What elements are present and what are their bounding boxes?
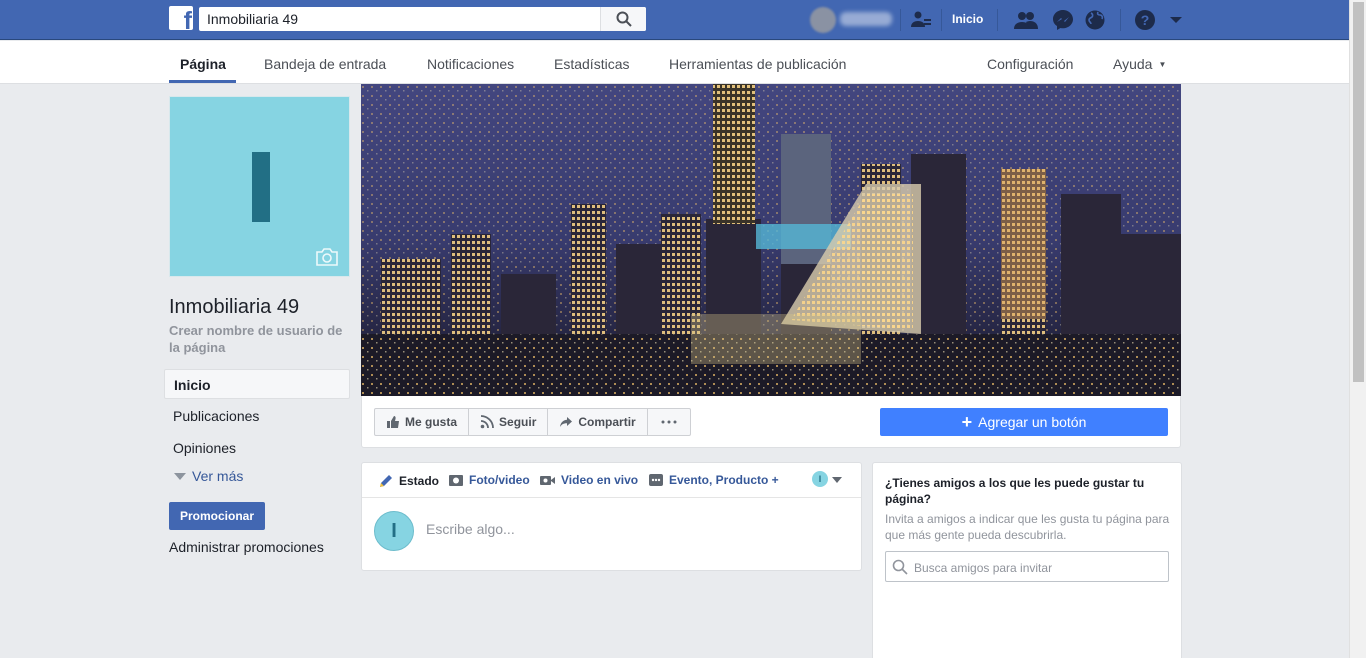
invite-search-placeholder: Busca amigos para invitar xyxy=(914,561,1053,575)
follow-label: Seguir xyxy=(499,415,537,429)
page-navigation: Página Bandeja de entrada Notificaciones… xyxy=(0,41,1349,84)
share-label: Compartir xyxy=(578,415,636,429)
tab-page[interactable]: Página xyxy=(180,56,226,72)
page-action-buttons: Me gusta Seguir Compartir xyxy=(374,408,691,436)
sidebar-item-reviews[interactable]: Opiniones xyxy=(164,433,350,463)
invite-title: ¿Tienes amigos a los que les puede gusta… xyxy=(885,476,1145,506)
divider xyxy=(997,9,998,31)
share-button[interactable]: Compartir xyxy=(548,409,648,435)
manage-promotions-link[interactable]: Administrar promociones xyxy=(169,539,324,555)
thumbs-up-icon xyxy=(387,416,399,428)
tab-inbox[interactable]: Bandeja de entrada xyxy=(264,56,386,72)
friend-requests-icon[interactable] xyxy=(1014,8,1038,32)
tab-live-video[interactable]: Video en vivo xyxy=(539,473,638,487)
help-label: Ayuda xyxy=(1113,56,1153,72)
top-navigation-bar: f Inicio ? xyxy=(0,0,1349,40)
invite-description: Invita a amigos a indicar que les gusta … xyxy=(885,512,1170,542)
profile-name-link[interactable] xyxy=(840,12,892,26)
facebook-logo-icon[interactable]: f xyxy=(169,6,193,30)
active-tab-indicator xyxy=(169,80,236,83)
see-more-label: Ver más xyxy=(192,468,244,484)
photo-icon xyxy=(449,475,463,486)
share-arrow-icon xyxy=(560,417,573,427)
search-icon xyxy=(892,559,908,575)
divider xyxy=(1120,9,1121,31)
avatar-letter-mark xyxy=(252,152,270,222)
tab-status-label: Estado xyxy=(399,474,440,488)
page-title: Inmobiliaria 49 xyxy=(169,296,300,318)
tab-publishing-tools[interactable]: Herramientas de publicación xyxy=(669,56,846,72)
promote-button[interactable]: Promocionar xyxy=(169,502,265,530)
tab-status[interactable]: Estado xyxy=(378,473,439,489)
like-button[interactable]: Me gusta xyxy=(375,409,470,435)
tab-photo-video[interactable]: Foto/video xyxy=(448,473,530,487)
svg-text:?: ? xyxy=(1141,12,1150,28)
composer-input[interactable]: Escribe algo... xyxy=(426,521,515,537)
add-button-cta[interactable]: + Agregar un botón xyxy=(880,408,1168,436)
city-skyline-image xyxy=(361,84,1181,396)
sidebar-item-posts[interactable]: Publicaciones xyxy=(164,401,350,431)
tab-event-product-label: Evento, Producto + xyxy=(669,473,779,487)
follow-button[interactable]: Seguir xyxy=(469,409,549,435)
page-scrollbar[interactable] xyxy=(1349,0,1366,658)
camera-icon[interactable] xyxy=(315,248,339,266)
tab-settings[interactable]: Configuración xyxy=(987,56,1073,72)
search-input[interactable] xyxy=(199,7,589,31)
avatar[interactable] xyxy=(810,7,836,33)
home-link[interactable]: Inicio xyxy=(952,12,983,26)
post-composer: Estado Foto/video Video en vivo Evento, … xyxy=(361,462,862,571)
plus-icon: + xyxy=(961,412,973,432)
more-options-button[interactable] xyxy=(648,409,690,435)
tab-live-video-label: Video en vivo xyxy=(561,473,639,487)
globe-notifications-icon[interactable] xyxy=(1083,8,1107,32)
chevron-down-icon: ▼ xyxy=(1158,60,1167,69)
scrollbar-thumb[interactable] xyxy=(1353,2,1364,382)
like-label: Me gusta xyxy=(405,415,458,429)
invite-friends-card: ¿Tienes amigos a los que les puede gusta… xyxy=(872,462,1182,658)
tab-notifications[interactable]: Notificaciones xyxy=(427,56,514,72)
tab-help[interactable]: Ayuda ▼ xyxy=(1113,56,1166,72)
messenger-icon[interactable] xyxy=(1051,8,1075,32)
triangle-down-icon xyxy=(174,473,186,480)
divider xyxy=(941,9,942,31)
more-dots-icon xyxy=(661,420,677,424)
chevron-down-icon[interactable] xyxy=(832,477,842,483)
rss-icon xyxy=(480,415,494,429)
search-box xyxy=(199,7,646,31)
divider xyxy=(900,9,901,31)
post-as-avatar[interactable]: I xyxy=(812,471,828,487)
find-friends-icon[interactable] xyxy=(909,8,933,32)
create-username-link[interactable]: Crear nombre de usuario de la página xyxy=(169,322,349,356)
cover-photo[interactable] xyxy=(361,84,1181,396)
search-icon xyxy=(616,11,632,27)
help-icon[interactable]: ? xyxy=(1133,8,1157,32)
tab-event-product[interactable]: Evento, Producto + xyxy=(648,473,779,487)
composer-avatar: I xyxy=(374,511,414,551)
video-camera-icon xyxy=(540,475,555,485)
search-button[interactable] xyxy=(600,7,646,31)
event-calendar-icon xyxy=(649,474,663,486)
tab-insights[interactable]: Estadísticas xyxy=(554,56,629,72)
sidebar-item-home[interactable]: Inicio xyxy=(164,369,350,399)
page-profile-picture[interactable] xyxy=(169,96,350,277)
pencil-icon xyxy=(380,475,392,487)
invite-search-input[interactable]: Busca amigos para invitar xyxy=(885,551,1169,582)
tab-photo-video-label: Foto/video xyxy=(469,473,530,487)
menu-caret-icon[interactable] xyxy=(1164,8,1188,32)
see-more-link[interactable]: Ver más xyxy=(174,468,243,484)
composer-tabs: Estado Foto/video Video en vivo Evento, … xyxy=(362,463,861,498)
add-button-label: Agregar un botón xyxy=(978,414,1087,430)
page-actions-bar: Me gusta Seguir Compartir + Agregar un bo… xyxy=(361,396,1181,448)
